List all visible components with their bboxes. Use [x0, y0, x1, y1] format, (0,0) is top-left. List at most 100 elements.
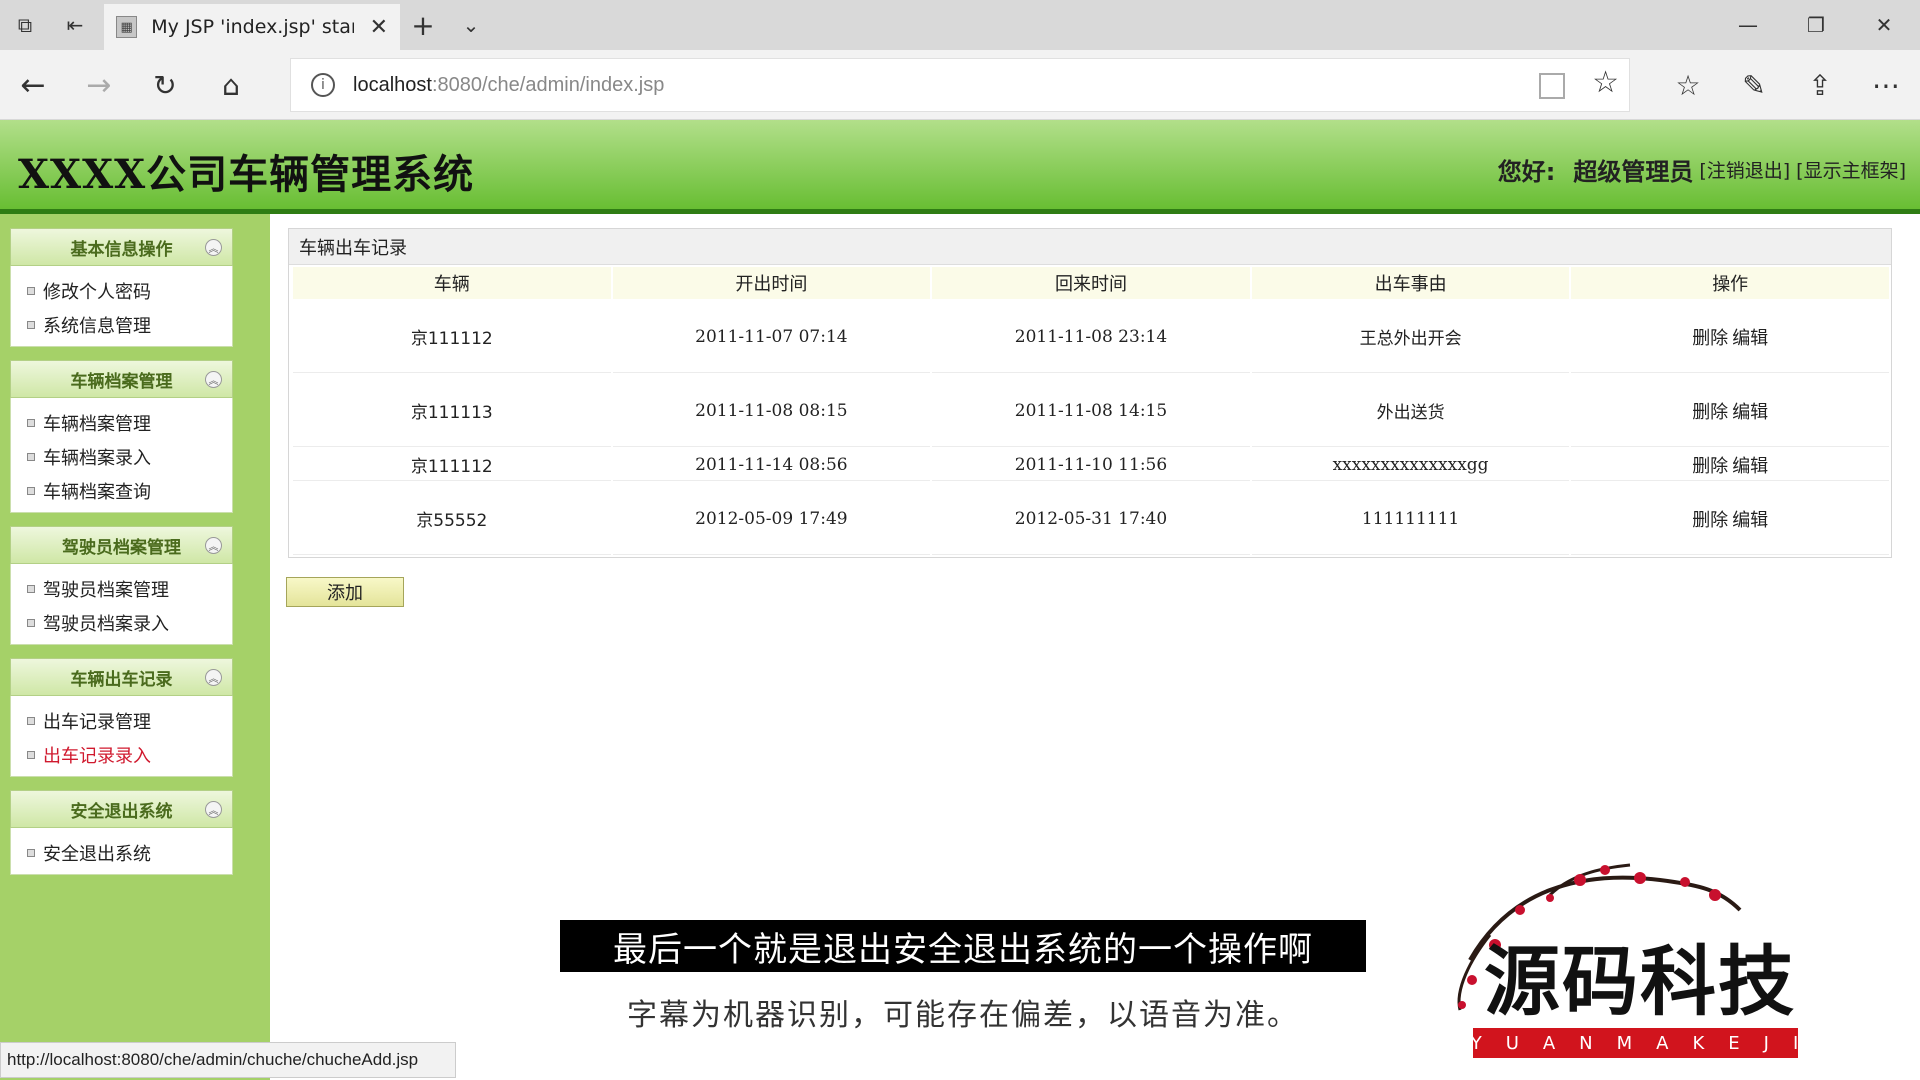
delete-link[interactable]: 删除 [1692, 456, 1728, 477]
menu-item-label: 修改个人密码 [43, 282, 151, 303]
menu-group-header[interactable]: 驾驶员档案管理 ︽ [10, 526, 233, 564]
menu-item-change-password[interactable]: 修改个人密码 [11, 274, 232, 308]
logout-link[interactable]: [注销退出] [1699, 156, 1790, 183]
menu-item-label: 出车记录管理 [43, 712, 151, 733]
menu-group-title: 驾驶员档案管理 [62, 537, 181, 558]
cell-vehicle: 京55552 [293, 483, 611, 555]
edit-link[interactable]: 编辑 [1732, 510, 1768, 531]
close-tab-icon[interactable]: ✕ [370, 15, 388, 40]
column-header-out-time: 开出时间 [612, 267, 931, 299]
menu-item-label: 车辆档案管理 [43, 414, 151, 435]
menu-item-vehicle-archive-query[interactable]: 车辆档案查询 [11, 474, 232, 508]
add-button[interactable]: 添加 [286, 577, 404, 607]
forward-icon[interactable]: → [74, 60, 124, 110]
url-text[interactable]: localhost:8080/che/admin/index.jsp [353, 74, 664, 97]
favorite-star-icon[interactable]: ☆ [1592, 65, 1619, 100]
tab-list-icon[interactable]: ⧉ [0, 0, 50, 50]
web-note-pen-icon[interactable]: ✎ [1726, 60, 1782, 110]
sidebar: 基本信息操作 ︽ 修改个人密码 系统信息管理 车辆档案管理 ︽ 车辆档案管理 车… [0, 214, 270, 1080]
menu-group-title: 车辆档案管理 [70, 371, 173, 392]
refresh-icon[interactable]: ↻ [140, 60, 190, 110]
greeting-label: 您好: [1497, 158, 1556, 186]
menu-group-header[interactable]: 安全退出系统 ︽ [10, 790, 233, 828]
delete-link[interactable]: 删除 [1692, 510, 1728, 531]
cell-reason: xxxxxxxxxxxxxxgg [1251, 449, 1570, 481]
brand-watermark-logo: 源码科技 YUANMAKEJI [1400, 850, 1810, 1060]
menu-item-safe-exit[interactable]: 安全退出系统 [11, 836, 232, 870]
menu-item-system-info[interactable]: 系统信息管理 [11, 308, 232, 342]
cell-out-time: 2011-11-07 07:14 [612, 301, 931, 373]
delete-link[interactable]: 删除 [1692, 328, 1728, 349]
show-frame-link[interactable]: [显示主框架] [1796, 156, 1906, 183]
url-host: localhost [353, 73, 432, 96]
collapse-chevron-icon[interactable]: ︽ [205, 371, 222, 388]
cell-reason: 111111111 [1251, 483, 1570, 555]
menu-group-body: 安全退出系统 [10, 828, 233, 875]
table-row: 京111112 2011-11-14 08:56 2011-11-10 11:5… [293, 449, 1889, 481]
menu-item-label: 系统信息管理 [43, 316, 151, 337]
browser-tab-bar: ⧉ ⇤ ▦ My JSP 'index.jsp' startii ✕ + ⌄ —… [0, 0, 1920, 50]
set-aside-tabs-icon[interactable]: ⇤ [50, 0, 100, 50]
cell-vehicle: 京111113 [293, 375, 611, 447]
menu-item-vehicle-archive-add[interactable]: 车辆档案录入 [11, 440, 232, 474]
menu-item-dispatch-add[interactable]: 出车记录录入 [11, 738, 232, 772]
menu-item-label: 车辆档案录入 [43, 448, 151, 469]
menu-item-label: 车辆档案查询 [43, 482, 151, 503]
menu-group-dispatch-record: 车辆出车记录 ︽ 出车记录管理 出车记录录入 [10, 658, 233, 777]
collapse-chevron-icon[interactable]: ︽ [205, 239, 222, 256]
table-row: 京111113 2011-11-08 08:15 2011-11-08 14:1… [293, 375, 1889, 447]
collapse-chevron-icon[interactable]: ︽ [205, 537, 222, 554]
address-bar[interactable]: i localhost:8080/che/admin/index.jsp ☆ [290, 58, 1630, 112]
new-tab-icon[interactable]: + [398, 0, 448, 50]
cell-actions: 删除 编辑 [1571, 449, 1889, 481]
restore-icon[interactable]: ❐ [1782, 0, 1850, 50]
menu-group-vehicle-archive: 车辆档案管理 ︽ 车辆档案管理 车辆档案录入 车辆档案查询 [10, 360, 233, 513]
bullet-icon [27, 287, 35, 295]
site-info-icon[interactable]: i [311, 73, 335, 97]
table-header-row: 车辆 开出时间 回来时间 出车事由 操作 [293, 267, 1889, 299]
bullet-icon [27, 619, 35, 627]
edit-link[interactable]: 编辑 [1732, 456, 1768, 477]
edit-link[interactable]: 编辑 [1732, 402, 1768, 423]
menu-group-basic-info: 基本信息操作 ︽ 修改个人密码 系统信息管理 [10, 228, 233, 347]
menu-item-vehicle-archive-manage[interactable]: 车辆档案管理 [11, 406, 232, 440]
menu-item-driver-archive-add[interactable]: 驾驶员档案录入 [11, 606, 232, 640]
watermark-brand-name: 源码科技 [1484, 937, 1796, 1026]
menu-item-driver-archive-manage[interactable]: 驾驶员档案管理 [11, 572, 232, 606]
reading-view-icon[interactable] [1539, 73, 1565, 99]
menu-group-header[interactable]: 车辆档案管理 ︽ [10, 360, 233, 398]
cell-actions: 删除 编辑 [1571, 375, 1889, 447]
link-status-bar: http://localhost:8080/che/admin/chuche/c… [0, 1042, 456, 1078]
share-icon[interactable]: ⇪ [1792, 60, 1848, 110]
app-header: XXXX公司车辆管理系统 您好: 超级管理员 [注销退出] [显示主框架] [0, 120, 1920, 214]
collapse-chevron-icon[interactable]: ︽ [205, 801, 222, 818]
menu-group-header[interactable]: 基本信息操作 ︽ [10, 228, 233, 266]
subtitle-disclaimer: 字幕为机器识别，可能存在偏差，以语音为准。 [627, 998, 1299, 1033]
browser-tab[interactable]: ▦ My JSP 'index.jsp' startii ✕ [104, 4, 400, 50]
bullet-icon [27, 585, 35, 593]
username-label: 超级管理员 [1573, 158, 1694, 186]
bullet-icon [27, 419, 35, 427]
close-window-icon[interactable]: ✕ [1850, 0, 1918, 50]
cell-out-time: 2011-11-14 08:56 [612, 449, 931, 481]
menu-group-header[interactable]: 车辆出车记录 ︽ [10, 658, 233, 696]
tab-title: My JSP 'index.jsp' startii [151, 16, 353, 38]
cell-out-time: 2012-05-09 17:49 [612, 483, 931, 555]
menu-item-dispatch-manage[interactable]: 出车记录管理 [11, 704, 232, 738]
watermark-brand-band: YUANMAKEJI [1471, 1028, 1798, 1058]
minimize-icon[interactable]: — [1714, 0, 1782, 50]
tab-preview-chevron-icon[interactable]: ⌄ [446, 0, 496, 50]
bullet-icon [27, 717, 35, 725]
menu-group-body: 车辆档案管理 车辆档案录入 车辆档案查询 [10, 398, 233, 513]
favorites-hub-icon[interactable]: ☆ [1660, 60, 1716, 110]
panel-title: 车辆出车记录 [289, 229, 1891, 265]
cell-back-time: 2011-11-08 14:15 [932, 375, 1250, 447]
delete-link[interactable]: 删除 [1692, 402, 1728, 423]
bullet-icon [27, 453, 35, 461]
more-menu-icon[interactable]: ⋯ [1858, 60, 1914, 110]
edit-link[interactable]: 编辑 [1732, 328, 1768, 349]
menu-item-label: 出车记录录入 [43, 746, 151, 767]
home-icon[interactable]: ⌂ [206, 60, 256, 110]
back-icon[interactable]: ← [8, 60, 58, 110]
collapse-chevron-icon[interactable]: ︽ [205, 669, 222, 686]
